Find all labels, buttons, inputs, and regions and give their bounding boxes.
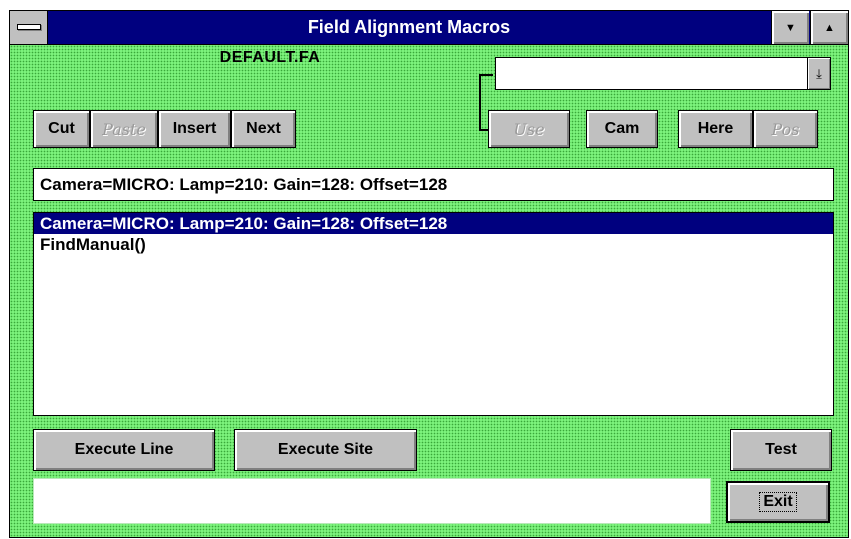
cut-button[interactable]: Cut bbox=[33, 110, 90, 148]
minimize-button[interactable]: ▼ bbox=[771, 11, 809, 44]
file-name-label: DEFAULT.FA bbox=[219, 49, 321, 66]
test-button[interactable]: Test bbox=[730, 429, 832, 471]
field-alignment-macros-window: Field Alignment Macros ▼ ▲ DEFAULT.FA ⤓ … bbox=[9, 10, 849, 538]
exit-button-label: Exit bbox=[759, 492, 797, 512]
position-combo-box[interactable]: ⤓ bbox=[495, 57, 831, 90]
here-button[interactable]: Here bbox=[678, 110, 753, 148]
next-button[interactable]: Next bbox=[231, 110, 296, 148]
combo-dropdown-button[interactable]: ⤓ bbox=[807, 58, 830, 89]
macro-edit-field[interactable]: Camera=MICRO: Lamp=210: Gain=128: Offset… bbox=[33, 168, 834, 201]
maximize-button[interactable]: ▲ bbox=[810, 11, 848, 44]
list-item-selected[interactable]: Camera=MICRO: Lamp=210: Gain=128: Offset… bbox=[34, 213, 833, 234]
dialog-client-area: DEFAULT.FA ⤓ Cut Paste Insert Next Use C… bbox=[10, 45, 848, 537]
maximize-icon: ▲ bbox=[824, 21, 835, 34]
cam-button[interactable]: Cam bbox=[586, 110, 658, 148]
title-bar[interactable]: Field Alignment Macros ▼ ▲ bbox=[10, 11, 848, 45]
system-menu-bar-icon bbox=[17, 24, 41, 30]
insert-button[interactable]: Insert bbox=[158, 110, 231, 148]
system-menu-button[interactable] bbox=[10, 11, 48, 44]
paste-button[interactable]: Paste bbox=[90, 110, 158, 148]
macro-list[interactable]: Camera=MICRO: Lamp=210: Gain=128: Offset… bbox=[33, 212, 834, 416]
list-item[interactable]: FindManual() bbox=[34, 234, 833, 255]
dropdown-arrow-icon: ⤓ bbox=[816, 65, 822, 81]
pos-button[interactable]: Pos bbox=[753, 110, 818, 148]
minimize-icon: ▼ bbox=[785, 21, 796, 34]
status-field bbox=[33, 478, 711, 524]
use-button[interactable]: Use bbox=[488, 110, 570, 148]
window-title: Field Alignment Macros bbox=[307, 17, 511, 37]
execute-site-button[interactable]: Execute Site bbox=[234, 429, 417, 471]
execute-line-button[interactable]: Execute Line bbox=[33, 429, 215, 471]
exit-button[interactable]: Exit bbox=[726, 481, 830, 523]
